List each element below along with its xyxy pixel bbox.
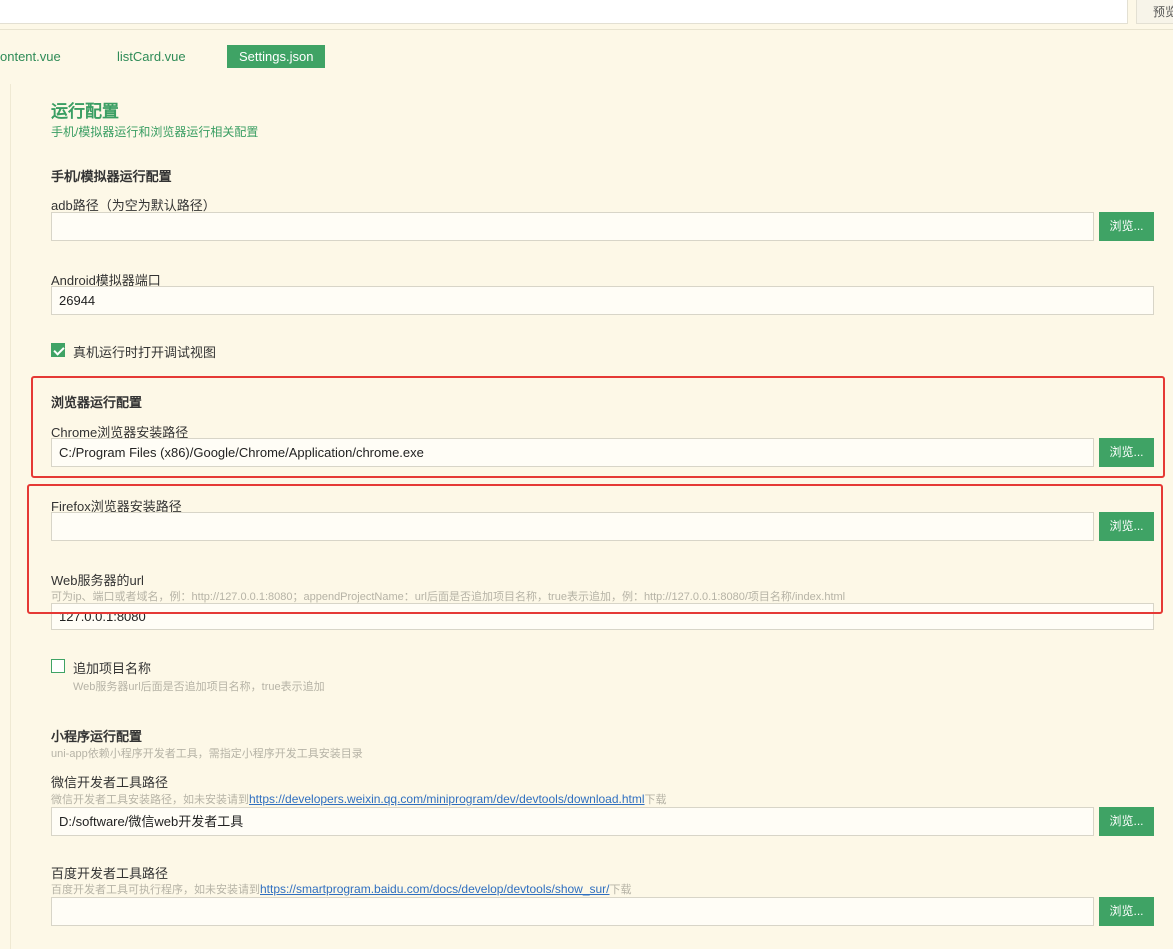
divider <box>0 29 1173 30</box>
wechat-hint-suffix: 下载 <box>644 794 667 806</box>
page-title: 运行配置 <box>51 102 119 121</box>
baidu-download-link[interactable]: https://smartprogram.baidu.com/docs/deve… <box>260 882 610 896</box>
editor-gutter <box>10 84 11 949</box>
adb-browse-button[interactable]: 浏览... <box>1099 212 1154 241</box>
wechat-path-label: 微信开发者工具路径 <box>51 775 169 790</box>
web-url-input[interactable]: 127.0.0.1:8080 <box>51 603 1154 630</box>
wechat-browse-button[interactable]: 浏览... <box>1099 807 1154 836</box>
web-url-label: Web服务器的url <box>51 573 144 588</box>
append-project-label: 追加项目名称 <box>73 661 152 676</box>
baidu-path-label: 百度开发者工具路径 <box>51 866 169 881</box>
mobile-group-title: 手机/模拟器运行配置 <box>51 169 172 184</box>
miniprogram-hint: uni-app依赖小程序开发者工具，需指定小程序开发工具安装目录 <box>51 748 363 760</box>
tab-listcard-vue[interactable]: listCard.vue <box>117 45 186 68</box>
preview-button[interactable]: 预览 <box>1136 0 1173 24</box>
web-url-hint: 可为ip、端口或者域名，例：http://127.0.0.1:8080；appe… <box>51 591 846 603</box>
chrome-path-input[interactable]: C:/Program Files (x86)/Google/Chrome/App… <box>51 438 1094 467</box>
tab-content-vue[interactable]: ontent.vue <box>0 45 61 68</box>
baidu-hint-suffix: 下载 <box>609 884 632 896</box>
top-strip: 预览 <box>0 0 1173 30</box>
wechat-path-input[interactable]: D:/software/微信web开发者工具 <box>51 807 1094 836</box>
append-project-option: 追加项目名称 <box>51 658 351 676</box>
baidu-path-input[interactable] <box>51 897 1094 926</box>
firefox-path-input[interactable] <box>51 512 1094 541</box>
tab-settings-json[interactable]: Settings.json <box>227 45 326 68</box>
page-subtitle: 手机/模拟器运行和浏览器运行相关配置 <box>51 125 259 139</box>
chrome-browse-button[interactable]: 浏览... <box>1099 438 1154 467</box>
debug-view-label: 真机运行时打开调试视图 <box>73 345 217 360</box>
wechat-hint-prefix: 微信开发者工具安装路径，如未安装请到 <box>51 794 249 806</box>
android-port-input[interactable]: 26944 <box>51 286 1154 315</box>
baidu-hint-prefix: 百度开发者工具可执行程序，如未安装请到 <box>51 884 260 896</box>
wechat-path-hint: 微信开发者工具安装路径，如未安装请到https://developers.wei… <box>51 791 667 807</box>
miniprogram-group-title: 小程序运行配置 <box>51 729 143 744</box>
adb-path-input[interactable] <box>51 212 1094 241</box>
debug-view-option: 真机运行时打开调试视图 <box>51 342 351 360</box>
wechat-download-link[interactable]: https://developers.weixin.qq.com/minipro… <box>249 792 645 806</box>
baidu-browse-button[interactable]: 浏览... <box>1099 897 1154 926</box>
append-project-hint: Web服务器url后面是否追加项目名称，true表示追加 <box>73 681 325 693</box>
append-project-checkbox[interactable] <box>51 659 65 673</box>
browser-group-title: 浏览器运行配置 <box>51 395 143 410</box>
debug-view-checkbox[interactable] <box>51 343 65 357</box>
firefox-browse-button[interactable]: 浏览... <box>1099 512 1154 541</box>
baidu-path-hint: 百度开发者工具可执行程序，如未安装请到https://smartprogram.… <box>51 881 632 897</box>
top-input[interactable] <box>0 0 1128 24</box>
